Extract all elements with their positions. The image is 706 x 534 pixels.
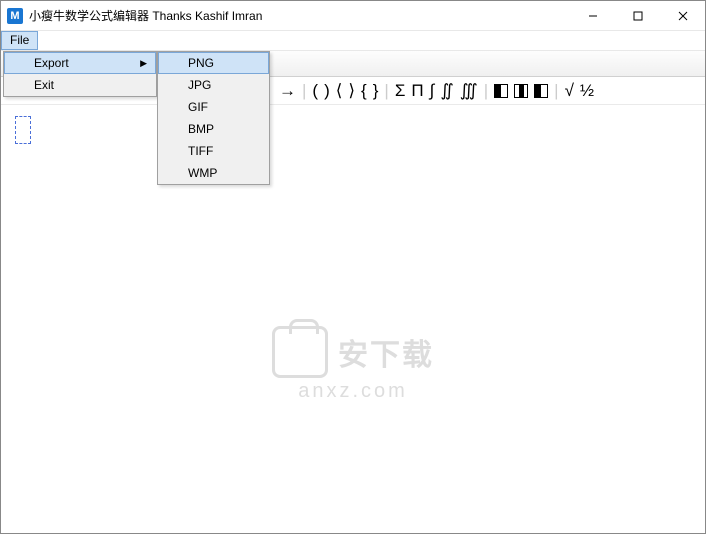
export-submenu: PNG JPG GIF BMP TIFF WMP [157,51,270,185]
file-dropdown-menu: Export ▶ Exit [3,51,157,97]
export-bmp-item[interactable]: BMP [158,118,269,140]
separator: | [552,81,560,101]
half-symbol[interactable]: ½ [578,81,596,101]
rparen-symbol[interactable]: ) [322,81,332,101]
menu-item-label: WMP [188,166,217,180]
menu-item-label: Exit [34,78,54,92]
close-button[interactable] [660,1,705,30]
menu-item-label: JPG [188,78,211,92]
box1-symbol[interactable] [492,81,510,101]
app-window: M 小瘦牛数学公式编辑器 Thanks Kashif Imran File → … [0,0,706,534]
file-menu-button[interactable]: File [1,31,38,50]
separator: | [382,81,390,101]
sigma-symbol[interactable]: Σ [393,81,408,101]
submenu-arrow-icon: ▶ [140,58,147,69]
menubar: File [1,31,705,51]
export-tiff-item[interactable]: TIFF [158,140,269,162]
cursor-placeholder [15,116,31,144]
window-title: 小瘦牛数学公式编辑器 Thanks Kashif Imran [29,7,570,24]
separator: | [482,81,490,101]
export-menu-item[interactable]: Export ▶ [4,52,156,74]
rangle-symbol[interactable]: ⟩ [346,81,357,101]
watermark-bag-icon [272,326,328,378]
export-png-item[interactable]: PNG [158,52,269,74]
menu-item-label: Export [34,56,69,70]
window-controls [570,1,705,30]
menu-item-label: PNG [188,56,214,70]
watermark: 安下载 anxz.com [1,326,705,403]
exit-menu-item[interactable]: Exit [4,74,156,96]
editor-area[interactable]: 安下载 anxz.com [1,106,705,533]
arrow-symbol[interactable]: → [277,81,298,101]
dint-symbol[interactable]: ∬ [438,81,455,101]
lparen-symbol[interactable]: ( [310,81,320,101]
minimize-button[interactable] [570,1,615,30]
menu-item-label: BMP [188,122,214,136]
pi-symbol[interactable]: Π [409,81,425,101]
watermark-text: 安下载 [338,330,434,374]
box2-symbol[interactable] [512,81,530,101]
app-icon: M [7,8,23,24]
langle-symbol[interactable]: ⟨ [334,81,345,101]
rbrace-symbol[interactable]: } [371,81,381,101]
sqrt-symbol[interactable]: √ [563,81,576,101]
export-wmp-item[interactable]: WMP [158,162,269,184]
tint-symbol[interactable]: ∭ [458,81,480,101]
menu-item-label: TIFF [188,144,213,158]
maximize-button[interactable] [615,1,660,30]
export-jpg-item[interactable]: JPG [158,74,269,96]
watermark-subtext: anxz.com [298,380,408,403]
separator: | [300,81,308,101]
lbrace-symbol[interactable]: { [359,81,369,101]
int-symbol[interactable]: ∫ [428,81,437,101]
titlebar: M 小瘦牛数学公式编辑器 Thanks Kashif Imran [1,1,705,31]
box3-symbol[interactable] [532,81,550,101]
menu-item-label: GIF [188,100,208,114]
export-gif-item[interactable]: GIF [158,96,269,118]
